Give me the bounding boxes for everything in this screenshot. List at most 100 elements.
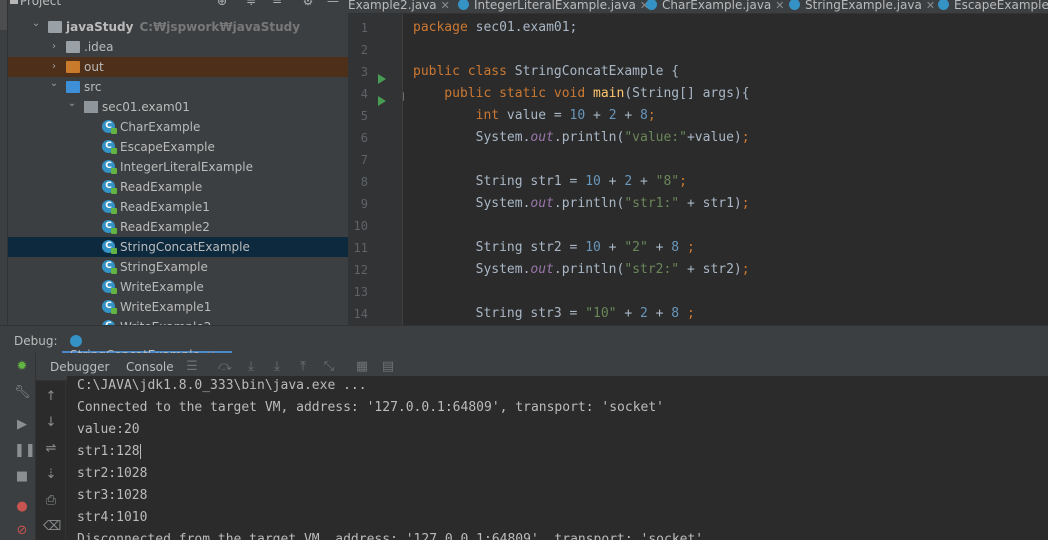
tree-item[interactable]: C ReadExample xyxy=(8,177,348,197)
tree-item-label: ReadExample xyxy=(120,180,203,194)
code-token: ; xyxy=(741,262,750,277)
tree-item[interactable]: C IntegerLiteralExample xyxy=(8,157,348,177)
close-icon[interactable]: ✕ xyxy=(775,0,784,12)
tree-item[interactable]: C WriteExample xyxy=(8,277,348,297)
tree-item[interactable]: C StringConcatExample xyxy=(8,237,348,257)
mute-breakpoints-icon[interactable]: ⊘ xyxy=(14,523,30,539)
code-token: String str2 = xyxy=(413,240,586,255)
code-token: value = xyxy=(506,108,570,123)
editor-tab[interactable]: EscapeExample.java✕ xyxy=(938,0,1048,13)
folder-icon xyxy=(48,21,62,33)
java-class-icon xyxy=(70,334,82,347)
table-icon[interactable]: ▦ xyxy=(354,359,370,375)
code-token: System. xyxy=(413,262,531,277)
code-token: (String[] args){ xyxy=(624,86,750,101)
tree-item[interactable]: C WriteExample1 xyxy=(8,297,348,317)
code-token: 2 xyxy=(639,306,648,321)
layout-icon[interactable]: ▤ xyxy=(380,359,396,375)
java-class-icon xyxy=(789,0,800,10)
editor-tab-label: StringExample.java xyxy=(805,0,922,12)
code-token: "str1:" xyxy=(624,196,680,211)
clear-icon[interactable]: ⌫ xyxy=(43,519,61,535)
tree-item[interactable]: C StringExample xyxy=(8,257,348,277)
project-panel: Project ⊕ ≑ ≐ ⚙ — ⌄ javaStudy C:₩jspwork₩j… xyxy=(8,0,348,325)
code-line: System.out.println("str2:" + str2); xyxy=(413,259,750,281)
editor-tab-bar: Example2.java ✕ IntegerLiteralExample.java… xyxy=(348,0,1048,14)
console-line: Disconnected from the target VM, address… xyxy=(77,529,703,540)
editor-tab[interactable]: Example2.java ✕ xyxy=(348,0,450,13)
close-icon[interactable]: ✕ xyxy=(441,0,450,12)
step-over-icon[interactable]: ⤓ xyxy=(243,359,259,375)
console-line: C:\JAVA\jdk1.8.0_333\bin\java.exe ... xyxy=(77,376,367,397)
code-token: .println( xyxy=(553,262,625,277)
stop-icon[interactable]: ■ xyxy=(14,469,30,485)
tree-item[interactable]: CWriteExample2 xyxy=(8,317,348,325)
soft-wrap-icon[interactable]: ⇌ xyxy=(43,441,59,457)
java-class-icon: C xyxy=(102,280,117,294)
editor-tab[interactable]: StringExample.java ✕ xyxy=(789,0,935,13)
debug-session-tab[interactable]: StringConcatExample✕ xyxy=(62,326,232,362)
folder-icon xyxy=(66,41,80,53)
code-token: out xyxy=(530,196,554,211)
editor-tab[interactable]: IntegerLiteralExample.java ✕ xyxy=(458,0,649,13)
console-side-toolbar: ↑ ↓ ⇌ ⇣ ⎙ ⌫ xyxy=(36,381,66,540)
code-token: "2" xyxy=(624,240,648,255)
console-text: value:20 xyxy=(77,422,140,437)
code-token: String str3 = xyxy=(413,306,586,321)
chevron-down-icon[interactable]: ⌄ xyxy=(30,14,42,34)
tree-item[interactable]: ⌄ javaStudy C:₩jspwork₩javaStudy xyxy=(8,17,348,37)
console-text: str4:1010 xyxy=(77,510,148,525)
pause-icon[interactable]: ❚❚ xyxy=(14,443,36,459)
chevron-right-icon[interactable]: › xyxy=(48,37,60,57)
editor-tab[interactable]: CharExample.java ✕ xyxy=(646,0,785,13)
line-number: 4 xyxy=(360,87,368,101)
console-line: str2:1028 xyxy=(77,463,147,485)
tree-item[interactable]: ⌄ sec01.exam01 xyxy=(8,97,348,117)
collapse-all-icon[interactable]: ≑ xyxy=(244,0,258,8)
code-editor[interactable]: package sec01.exam01; public class String… xyxy=(404,14,1048,325)
up-arrow-icon[interactable]: ↑ xyxy=(43,389,59,405)
run-icon[interactable] xyxy=(378,74,386,84)
chevron-down-icon[interactable]: ⌄ xyxy=(48,74,60,94)
line-number: 13 xyxy=(353,285,368,299)
down-arrow-icon[interactable]: ↓ xyxy=(43,415,59,431)
tree-item[interactable]: C ReadExample1 xyxy=(8,197,348,217)
expand-all-icon[interactable]: ≐ xyxy=(270,0,284,8)
code-token: + xyxy=(647,306,672,321)
tree-item-label: StringConcatExample xyxy=(120,240,250,254)
tree-item[interactable]: › .idea xyxy=(8,37,348,57)
code-token: ; xyxy=(741,196,750,211)
step-out-icon[interactable]: ⤒ xyxy=(295,359,311,375)
gear-icon[interactable]: ⚙ xyxy=(301,0,315,8)
code-line: int value = 10 + 2 + 8; xyxy=(413,105,656,127)
code-token: String str1 = xyxy=(413,174,586,189)
resume-icon[interactable]: ▶ xyxy=(14,417,30,433)
run-icon[interactable] xyxy=(378,96,386,106)
step-into-icon[interactable]: ⤓ xyxy=(269,359,285,375)
show-execution-point-icon[interactable]: ⤼ xyxy=(217,359,233,375)
code-token: ; xyxy=(741,130,750,145)
tree-item[interactable]: C EscapeExample xyxy=(8,137,348,157)
close-icon[interactable]: ✕ xyxy=(926,0,935,12)
locate-icon[interactable]: ⊕ xyxy=(215,0,229,8)
scroll-to-end-icon[interactable]: ⇣ xyxy=(43,467,59,483)
tree-item[interactable]: C CharExample xyxy=(8,117,348,137)
java-class-icon xyxy=(458,0,469,10)
project-icon xyxy=(10,0,18,4)
tree-item[interactable]: C ReadExample2 xyxy=(8,217,348,237)
editor-tab-label: IntegerLiteralExample.java xyxy=(474,0,636,12)
project-tool-tab[interactable] xyxy=(0,0,7,30)
console-output[interactable]: C:\JAVA\jdk1.8.0_333\bin\java.exe ... Con… xyxy=(67,376,1048,540)
run-to-cursor-icon[interactable]: ⤡ xyxy=(321,359,337,375)
wrench-icon[interactable]: 🔧︎ xyxy=(14,385,31,401)
hide-icon[interactable]: — xyxy=(326,0,340,8)
project-title[interactable]: Project xyxy=(20,0,61,8)
bug-icon[interactable]: ✹ xyxy=(14,359,30,375)
chevron-down-icon[interactable]: ⌄ xyxy=(66,94,78,114)
breakpoints-icon[interactable]: ● xyxy=(14,499,30,515)
menu-icon[interactable]: ☰ xyxy=(184,359,200,375)
tree-item[interactable]: ⌄ src xyxy=(8,77,348,97)
code-token: sec01.exam01; xyxy=(475,20,578,35)
line-number: 7 xyxy=(360,153,368,167)
print-icon[interactable]: ⎙ xyxy=(43,493,59,509)
